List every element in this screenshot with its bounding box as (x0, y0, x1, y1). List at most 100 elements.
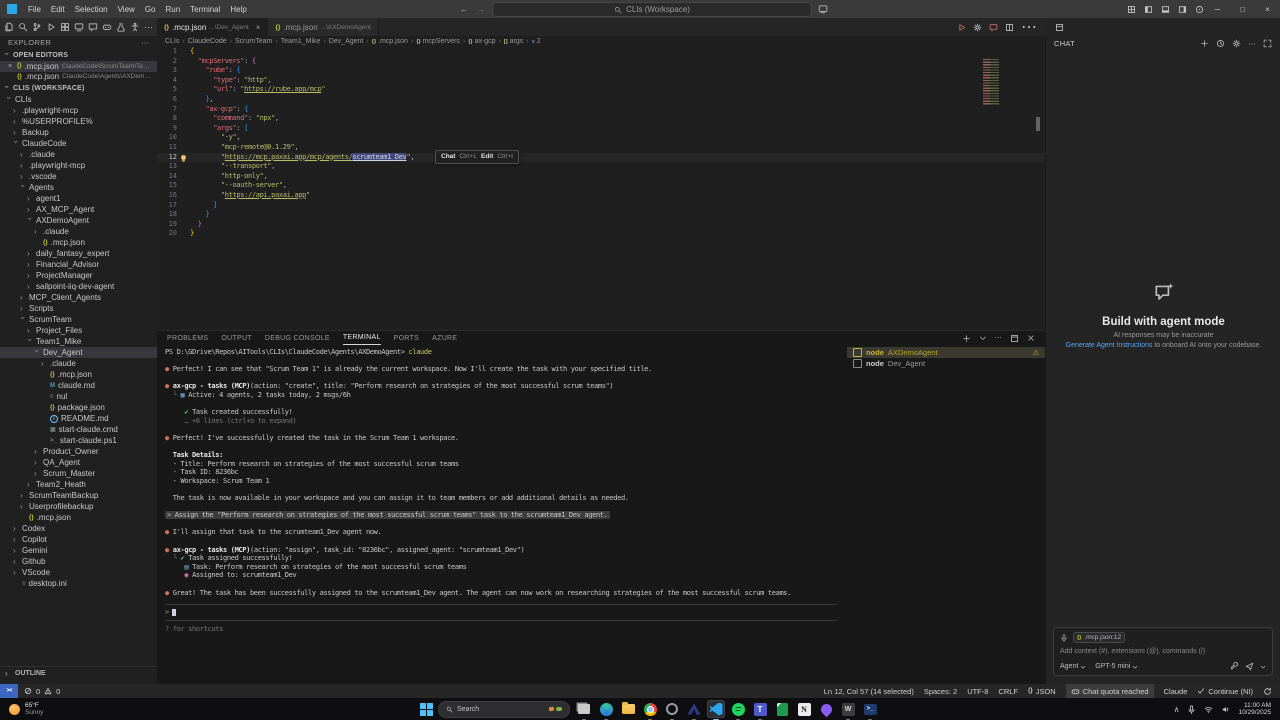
status-item-utf-8[interactable]: UTF-8 (967, 684, 988, 698)
close-panel-icon[interactable] (1027, 334, 1035, 342)
breadcrumb-item[interactable]: Dev_Agent (329, 38, 364, 45)
history-icon[interactable] (1216, 39, 1225, 48)
tree-item-.mcp.json[interactable]: {} .mcp.json (0, 237, 157, 248)
close-icon[interactable]: × (256, 23, 261, 32)
menu-edit[interactable]: Edit (46, 5, 70, 14)
code-line-16[interactable]: 16 "https://api.paxai.app" (157, 191, 1045, 201)
menu-file[interactable]: File (23, 5, 46, 14)
tree-item-Github[interactable]: › Github (0, 556, 157, 567)
breadcrumb-item[interactable]: ≡ 2 (532, 38, 541, 45)
breadcrumb-item[interactable]: {} ax-gcp (468, 38, 495, 45)
tools-icon[interactable] (1230, 662, 1239, 671)
tree-item-ScrumTeamBackup[interactable]: › ScrumTeamBackup (0, 490, 157, 501)
hint-chat-label[interactable]: Chat (441, 152, 455, 162)
tree-item-Product_Owner[interactable]: › Product_Owner (0, 446, 157, 457)
tree-item-MCP_Client_Agents[interactable]: › MCP_Client_Agents (0, 292, 157, 303)
tree-item-agent1[interactable]: › agent1 (0, 193, 157, 204)
tree-item-Copilot[interactable]: › Copilot (0, 534, 157, 545)
tree-item-Financial_Advisor[interactable]: › Financial_Advisor (0, 259, 157, 270)
tree-item-package.json[interactable]: {} package.json (0, 402, 157, 413)
taskbar-app-spotify[interactable] (729, 700, 747, 720)
taskbar-app-chrome[interactable] (641, 700, 659, 720)
tree-item-Scrum_Master[interactable]: › Scrum_Master (0, 468, 157, 479)
tree-item-Gemini[interactable]: › Gemini (0, 545, 157, 556)
tree-item-README.md[interactable]: i README.md (0, 413, 157, 424)
run-debug-icon[interactable] (45, 21, 57, 33)
breadcrumb-item[interactable]: [] args (504, 38, 523, 45)
status-item-claude[interactable]: Claude (1164, 684, 1188, 698)
taskbar-app-window-switcher[interactable] (575, 700, 593, 720)
code-line-2[interactable]: 2 "mcpServers": { (157, 57, 1045, 67)
code-line-12[interactable]: 12 "https://mcp.paxai.app/mcp/agents/scr… (157, 152, 1045, 163)
remote-explorer-icon[interactable] (73, 21, 85, 33)
code-area[interactable]: 1{2 "mcpServers": {3 "rube": {4 "type": … (157, 47, 1045, 239)
maximize-icon[interactable]: □ (1230, 0, 1255, 18)
more-icon[interactable]: ⋯ (995, 334, 1002, 342)
tree-item-ClaudeCode[interactable]: › ClaudeCode (0, 138, 157, 149)
testing-icon[interactable] (115, 21, 127, 33)
taskbar-app-w-app[interactable]: W (839, 700, 857, 720)
code-line-10[interactable]: 10 "-y", (157, 133, 1045, 143)
taskbar-app-powershell[interactable]: >_ (861, 700, 879, 720)
tree-item-Team1_Mike[interactable]: › Team1_Mike (0, 336, 157, 347)
taskbar-app-file-explorer[interactable] (619, 700, 637, 718)
panel-grid-icon[interactable] (1127, 5, 1136, 14)
menu-terminal[interactable]: Terminal (185, 5, 225, 14)
tree-item-AXDemoAgent[interactable]: › AXDemoAgent (0, 215, 157, 226)
tree-item-.mcp.json[interactable]: {} .mcp.json (0, 369, 157, 380)
new-chat-icon[interactable] (1200, 39, 1209, 48)
code-line-5[interactable]: 5 "url": "https://rube.app/mcp" (157, 85, 1045, 95)
tree-item-ProjectManager[interactable]: › ProjectManager (0, 270, 157, 281)
code-line-19[interactable]: 19 } (157, 220, 1045, 230)
remote-indicator[interactable]: >< (0, 684, 18, 698)
chevron-down-icon[interactable] (979, 334, 987, 342)
files-icon[interactable] (3, 21, 15, 33)
tree-item-Project_Files[interactable]: › Project_Files (0, 325, 157, 336)
tree-item-Backup[interactable]: › Backup (0, 127, 157, 138)
workspace-header[interactable]: › CLIS (WORKSPACE) (0, 82, 157, 94)
wifi-icon[interactable] (1204, 705, 1213, 714)
forward-icon[interactable]: → (477, 5, 485, 14)
breadcrumb-item[interactable]: {} .mcp.json (372, 38, 408, 45)
chat-input-box[interactable]: {} .mcp.json:12 Add context (#), extensi… (1053, 627, 1273, 676)
tree-item-Scripts[interactable]: › Scripts (0, 303, 157, 314)
status-item-ln-12-col-57-14-selected-[interactable]: Ln 12, Col 57 (14 selected) (824, 684, 914, 698)
status-item-continue-ni-[interactable]: Continue (NI) (1197, 684, 1253, 698)
status-item-json[interactable]: {} JSON (1028, 684, 1056, 698)
source-control-icon[interactable] (31, 21, 43, 33)
more-icon[interactable]: ⋯ (143, 22, 154, 33)
comments-icon[interactable] (87, 21, 99, 33)
breadcrumb-item[interactable]: ScrumTeam (235, 38, 272, 45)
code-line-9[interactable]: 9 "args": [ (157, 124, 1045, 134)
tree-item-.claude[interactable]: › .claude (0, 149, 157, 160)
menu-help[interactable]: Help (225, 5, 251, 14)
lightbulb-icon[interactable] (181, 154, 186, 160)
code-line-7[interactable]: 7 "ax-gcp": { (157, 105, 1045, 115)
tree-item-sailpoint-iiq-dev-agent[interactable]: › sailpoint-iiq-dev-agent (0, 281, 157, 292)
hint-edit-label[interactable]: Edit (481, 152, 493, 162)
breadcrumb-item[interactable]: ClaudeCode (188, 38, 227, 45)
code-line-18[interactable]: 18 } (157, 210, 1045, 220)
breadcrumb-item[interactable]: CLIs (165, 38, 179, 45)
taskbar-search[interactable]: Search (438, 700, 570, 718)
context-chip[interactable]: {} .mcp.json:12 (1073, 632, 1126, 643)
open-editors-header[interactable]: › OPEN EDITORS (0, 49, 157, 61)
open-editor-item[interactable]: ×{}.mcp.jsonClaudeCode\ScrumTeam\Team1_M… (0, 61, 157, 72)
start-button[interactable] (420, 702, 433, 716)
minimap[interactable] (983, 59, 999, 105)
volume-icon[interactable] (1221, 705, 1230, 714)
menu-view[interactable]: View (113, 5, 140, 14)
code-line-15[interactable]: 15 "--oauth-server", (157, 181, 1045, 191)
panel-tab-problems[interactable]: PROBLEMS (167, 331, 208, 345)
taskbar-app-vscode[interactable] (707, 700, 725, 720)
command-center-search[interactable]: CLIs (Workspace) (492, 2, 812, 17)
inline-chat-hint[interactable]: Chat Ctrl+L Edit Ctrl+I (435, 150, 519, 164)
code-line-3[interactable]: 3 "rube": { (157, 66, 1045, 76)
hidden-icons-chevron-icon[interactable]: ∧ (1174, 705, 1180, 714)
status-item-crlf[interactable]: CRLF (998, 684, 1018, 698)
more-icon[interactable]: ⋯ (1021, 17, 1037, 37)
settings-gear-icon[interactable] (1232, 39, 1241, 48)
generate-instructions-link[interactable]: Generate Agent Instructions (1066, 342, 1153, 349)
more-actions-icon[interactable]: ⋯ (141, 38, 149, 47)
outline-section[interactable]: › OUTLINE (0, 666, 157, 680)
